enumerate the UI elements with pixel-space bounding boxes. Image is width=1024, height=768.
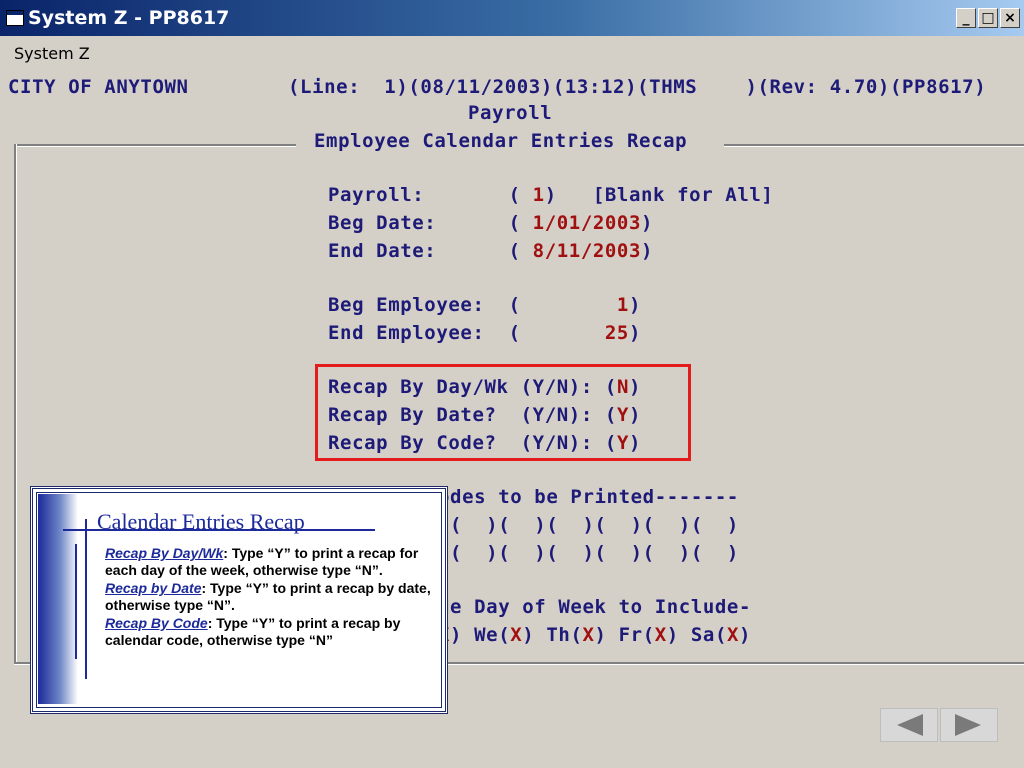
beg-employee-input[interactable]: 1	[521, 294, 629, 316]
end-date-label: End Date: (	[328, 240, 521, 262]
end-employee-label: End Employee: (	[328, 322, 521, 344]
fr-input[interactable]: X	[655, 624, 667, 646]
org-name: CITY OF ANYTOWN	[8, 76, 189, 98]
end-employee-input[interactable]: 25	[521, 322, 629, 344]
menu-system-z[interactable]: System Z	[14, 44, 90, 63]
payroll-hint: ) [Blank for All]	[544, 184, 774, 206]
window-titlebar: System Z - PP8617 _ □ ×	[0, 0, 1024, 36]
beg-employee-close: )	[628, 294, 642, 316]
sa-input[interactable]: X	[727, 624, 739, 646]
we-input[interactable]: X	[510, 624, 522, 646]
end-employee-field: End Employee: ( 25)	[328, 322, 641, 344]
codes-row-2[interactable]: )( )( )( )( )( )( )	[438, 542, 739, 564]
recap-options-highlight	[315, 364, 691, 461]
tu-close: )	[450, 624, 463, 646]
prev-slide-button[interactable]	[880, 708, 938, 742]
days-row: X) We(X) Th(X) Fr(X) Sa(X)	[438, 624, 751, 646]
callout-body: Recap By Day/Wk: Type “Y” to print a rec…	[105, 545, 435, 649]
menu-bar: System Z	[0, 38, 1024, 66]
frame-top-right	[724, 144, 1024, 147]
codes-header: odes to be Printed-------	[438, 486, 739, 508]
payroll-input[interactable]: 1	[521, 184, 545, 206]
callout-title: Calendar Entries Recap	[97, 509, 305, 534]
we-label: We(	[462, 624, 511, 646]
callout-gradient-bar	[38, 494, 78, 704]
th-label: ) Th(	[522, 624, 583, 646]
th-input[interactable]: X	[583, 624, 595, 646]
minimize-button[interactable]: _	[956, 8, 976, 28]
beg-employee-label: Beg Employee: (	[328, 294, 521, 316]
maximize-button[interactable]: □	[978, 8, 998, 28]
triangle-right-icon	[955, 714, 981, 736]
callout-item: Recap By Code: Type “Y” to print a recap…	[105, 615, 435, 650]
window-title: System Z - PP8617	[28, 7, 230, 29]
beg-date-input[interactable]: 1/01/2003	[521, 212, 641, 234]
beg-date-field: Beg Date: ( 1/01/2003)	[328, 212, 653, 234]
sa-label: ) Sa(	[666, 624, 727, 646]
callout-item: Recap by Date: Type “Y” to print a recap…	[105, 580, 435, 615]
codes-row-1[interactable]: )( )( )( )( )( )( )	[438, 514, 739, 536]
triangle-left-icon	[897, 714, 923, 736]
sa-close: )	[739, 624, 752, 646]
screen-title: Employee Calendar Entries Recap	[314, 130, 688, 152]
beg-employee-field: Beg Employee: ( 1)	[328, 294, 641, 316]
end-date-input[interactable]: 8/11/2003	[521, 240, 641, 262]
callout-vline	[85, 519, 87, 679]
callout-term-day-wk: Recap By Day/Wk	[105, 545, 224, 561]
payroll-field: Payroll: ( 1) [Blank for All]	[328, 184, 773, 206]
frame-left	[14, 144, 17, 662]
fr-label: ) Fr(	[594, 624, 655, 646]
callout-term-date: Recap by Date	[105, 579, 202, 596]
beg-date-label: Beg Date: (	[328, 212, 521, 234]
app-window-icon	[6, 10, 24, 26]
status-line: (Line: 1)(08/11/2003)(13:12)(THMS )(Rev:…	[288, 76, 987, 98]
callout-vline-short	[75, 544, 77, 659]
frame-top-left	[14, 144, 296, 147]
module-title: Payroll	[468, 102, 553, 124]
callout-term-code: Recap By Code	[105, 614, 208, 631]
end-date-close: )	[641, 240, 654, 262]
end-employee-close: )	[628, 322, 642, 344]
next-slide-button[interactable]	[940, 708, 998, 742]
payroll-label: Payroll: (	[328, 184, 521, 206]
days-header: de Day of Week to Include-	[438, 596, 752, 618]
help-callout: Calendar Entries Recap Recap By Day/Wk: …	[30, 486, 448, 714]
end-date-field: End Date: ( 8/11/2003)	[328, 240, 653, 262]
beg-date-close: )	[641, 212, 654, 234]
callout-item: Recap By Day/Wk: Type “Y” to print a rec…	[105, 545, 435, 580]
close-button[interactable]: ×	[1000, 8, 1020, 28]
